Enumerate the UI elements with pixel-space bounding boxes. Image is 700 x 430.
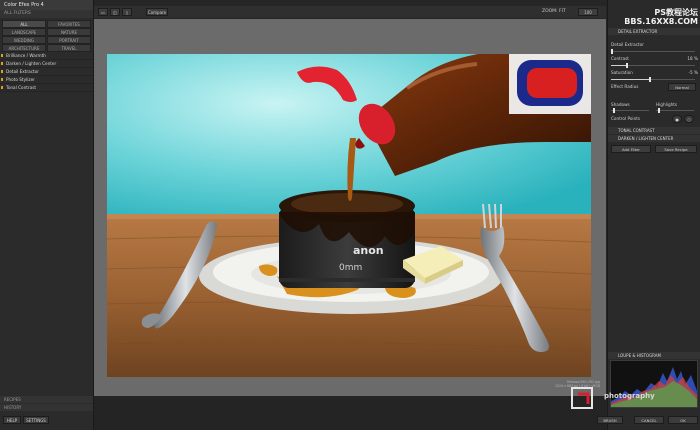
stack-item-darken-lighten[interactable]: DARKEN / LIGHTEN CENTER bbox=[608, 135, 700, 142]
category-portrait[interactable]: PORTRAIT bbox=[47, 36, 91, 44]
history-section[interactable]: HISTORY bbox=[0, 404, 93, 411]
category-landscape[interactable]: LANDSCAPE bbox=[2, 28, 46, 36]
filters-header: ALL FILTERS bbox=[0, 10, 93, 18]
save-recipe-button[interactable]: Save Recipe bbox=[655, 145, 697, 153]
remove-control-point-icon[interactable]: ○ bbox=[684, 115, 694, 123]
detail-extractor-slider[interactable] bbox=[611, 49, 695, 54]
filter-item[interactable]: Tonal Contrast bbox=[0, 84, 93, 92]
contrast-slider-label: Contrast bbox=[611, 56, 629, 61]
favorite-marker-icon bbox=[1, 78, 3, 81]
filter-item[interactable]: Darken / Lighten Center bbox=[0, 60, 93, 68]
shadows-slider[interactable] bbox=[611, 108, 649, 113]
category-favorites[interactable]: FAVORITES bbox=[47, 20, 91, 28]
filter-item[interactable]: Brilliance / Warmth bbox=[0, 52, 93, 60]
highlights-slider[interactable] bbox=[656, 108, 694, 113]
filter-title: DETAIL EXTRACTOR bbox=[618, 29, 658, 34]
favorite-marker-icon bbox=[1, 70, 3, 73]
ok-button[interactable]: OK bbox=[668, 416, 698, 424]
favorite-marker-icon bbox=[1, 54, 3, 57]
saturation-slider-label: Saturation bbox=[611, 70, 633, 75]
filter-list: Brilliance / Warmth Darken / Lighten Cen… bbox=[0, 52, 93, 92]
split-view-icon[interactable]: ◫ bbox=[110, 8, 120, 16]
filter-item[interactable]: Detail Extractor bbox=[0, 68, 93, 76]
filter-browser-panel: Color Efex Pro 4 ALL FILTERS ALL FAVORIT… bbox=[0, 0, 94, 430]
highlights-label: Highlights bbox=[656, 102, 678, 107]
contrast-slider[interactable] bbox=[611, 63, 695, 68]
site-watermark: PS教程论坛 BBS.16XX8.COM bbox=[608, 8, 698, 26]
shadows-label: Shadows bbox=[611, 102, 630, 107]
app-title: Color Efex Pro 4 bbox=[0, 0, 93, 10]
saturation-slider[interactable] bbox=[611, 77, 695, 82]
favorite-marker-icon bbox=[1, 62, 3, 65]
zoom-value[interactable]: 100 bbox=[578, 8, 598, 16]
svg-text:anon: anon bbox=[353, 244, 384, 257]
preview-photo: anon 0mm bbox=[107, 54, 591, 377]
svg-text:0mm: 0mm bbox=[339, 263, 362, 273]
cancel-button[interactable]: CANCEL bbox=[634, 416, 664, 424]
zoom-label[interactable]: ZOOM: FIT bbox=[542, 8, 566, 16]
watermark-line-1: PS教程论坛 bbox=[654, 8, 698, 17]
lens-cake: anon 0mm bbox=[279, 190, 415, 288]
saturation-value: -5 % bbox=[688, 70, 699, 75]
category-all[interactable]: ALL bbox=[2, 20, 46, 28]
canvas-bottom-bar bbox=[94, 396, 606, 430]
view-toolbar: ▭ ◫ ▯ Compare ZOOM: FIT 100 bbox=[94, 6, 606, 18]
loupe-histogram-header[interactable]: LOUPE & HISTOGRAM bbox=[608, 352, 700, 359]
filter-item[interactable]: Photo Stylizer bbox=[0, 76, 93, 84]
brand-logo-icon bbox=[570, 386, 596, 410]
stack-item-tonal-contrast[interactable]: TONAL CONTRAST bbox=[608, 127, 700, 134]
category-architecture[interactable]: ARCHITECTURE bbox=[2, 44, 46, 52]
favorite-marker-icon bbox=[1, 86, 3, 89]
detail-extractor-header[interactable]: DETAIL EXTRACTOR bbox=[608, 28, 700, 35]
add-control-point-icon[interactable]: ● bbox=[672, 115, 682, 123]
add-filter-button[interactable]: Add Filter bbox=[611, 145, 651, 153]
category-travel[interactable]: TRAVEL bbox=[47, 44, 91, 52]
side-by-side-icon[interactable]: ▯ bbox=[122, 8, 132, 16]
help-button[interactable]: HELP bbox=[3, 416, 21, 424]
contrast-value: 18 % bbox=[687, 56, 698, 61]
single-view-icon[interactable]: ▭ bbox=[98, 8, 108, 16]
watermark-brand: photography bbox=[604, 392, 655, 400]
recipes-section[interactable]: RECIPES bbox=[0, 396, 93, 403]
compare-button[interactable]: Compare bbox=[146, 8, 168, 16]
detail-extractor-slider-label: Detail Extractor bbox=[611, 42, 644, 47]
watermark-line-2: BBS.16XX8.COM bbox=[624, 17, 698, 26]
effect-radius-select[interactable]: Normal bbox=[668, 83, 696, 91]
category-nature[interactable]: NATURE bbox=[47, 28, 91, 36]
brush-button[interactable]: BRUSH bbox=[597, 416, 623, 424]
settings-button[interactable]: SETTINGS bbox=[23, 416, 49, 424]
category-wedding[interactable]: WEDDING bbox=[2, 36, 46, 44]
histogram bbox=[610, 360, 698, 408]
